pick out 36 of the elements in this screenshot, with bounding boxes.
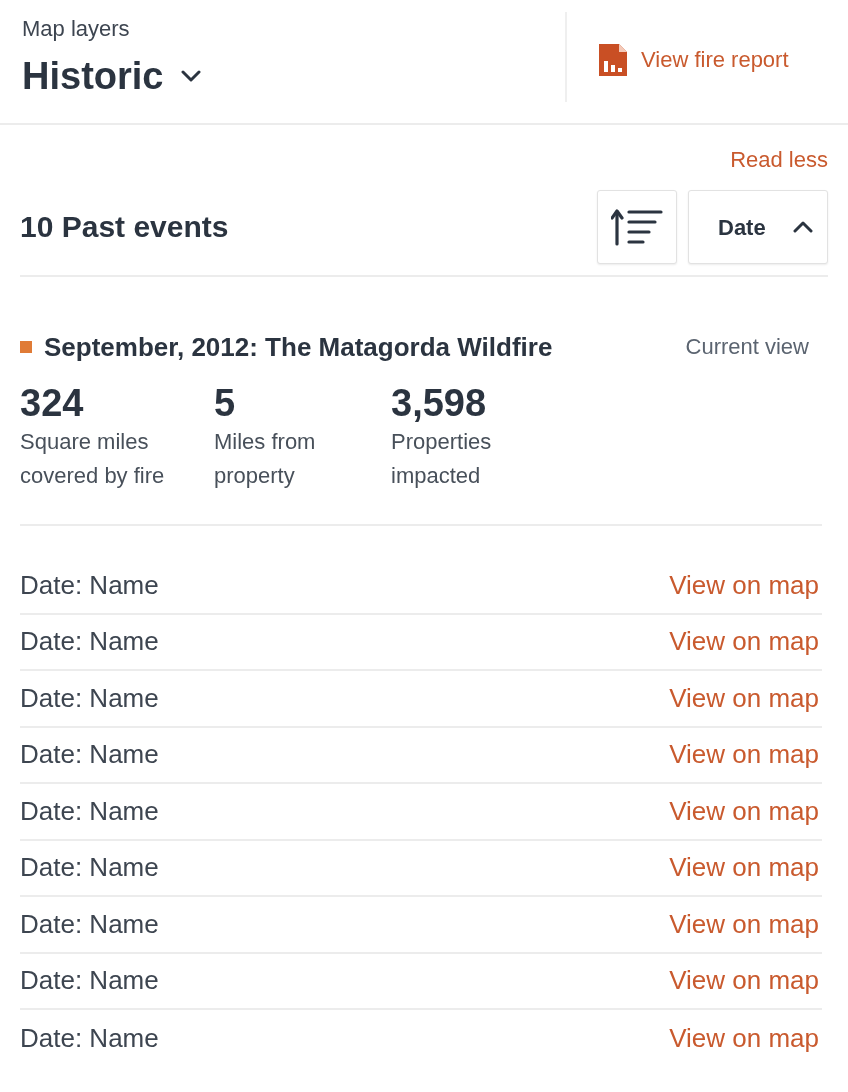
view-on-map-link[interactable]: View on map	[669, 735, 819, 775]
stat-value: 3,598	[391, 385, 487, 421]
event-name: Date: Name	[20, 964, 159, 998]
past-events-heading: 10 Past events	[20, 210, 229, 243]
event-marker-icon	[20, 341, 32, 353]
view-on-map-link[interactable]: View on map	[669, 678, 819, 718]
sort-ascending-icon	[611, 208, 663, 246]
event-name: Date: Name	[20, 907, 159, 941]
view-on-map-link[interactable]: View on map	[669, 791, 819, 831]
view-on-map-link[interactable]: View on map	[669, 904, 819, 944]
view-on-map-link[interactable]: View on map	[669, 622, 819, 662]
view-on-map-link[interactable]: View on map	[669, 961, 819, 1001]
stat-label: Properties impacted	[391, 428, 493, 490]
event-name: Date: Name	[20, 625, 159, 659]
view-on-map-link[interactable]: View on map	[669, 565, 819, 605]
report-chart-icon	[599, 44, 627, 76]
event-name: Date: Name	[20, 1021, 159, 1055]
read-less-link[interactable]: Read less	[730, 148, 828, 172]
event-name: Date: Name	[20, 568, 159, 602]
sort-order-button[interactable]	[597, 190, 677, 264]
view-on-map-link[interactable]: View on map	[669, 848, 819, 888]
stat-value: 5	[214, 385, 236, 421]
event-name: Date: Name	[20, 851, 159, 885]
view-fire-report-link[interactable]: View fire report	[599, 44, 789, 76]
view-on-map-link[interactable]: View on map	[669, 1018, 819, 1058]
event-name: Date: Name	[20, 738, 159, 772]
layer-dropdown[interactable]: Historic	[22, 54, 202, 98]
stat-label: Miles from property	[214, 428, 317, 490]
map-layers-label: Map layers	[22, 17, 130, 41]
event-title: September, 2012: The Matagorda Wildfire	[44, 333, 553, 361]
sort-field-dropdown[interactable]: Date	[688, 190, 828, 264]
current-view-label: Current view	[685, 333, 809, 361]
stat-label: Square miles covered by fire	[20, 428, 166, 490]
event-name: Date: Name	[20, 681, 159, 715]
event-name: Date: Name	[20, 794, 159, 828]
stat-value: 324	[20, 385, 84, 421]
